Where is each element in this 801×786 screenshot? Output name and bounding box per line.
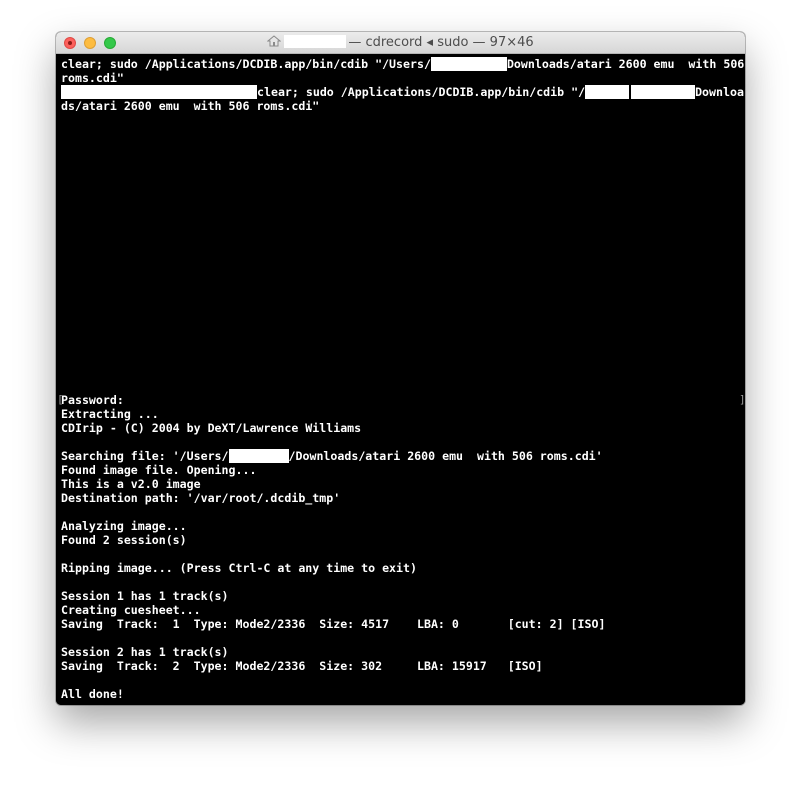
home-icon [266, 33, 282, 47]
terminal-window: — cdrecord ◂ sudo — 97×46 clear; sudo /A… [56, 32, 745, 705]
redacted-text [631, 85, 696, 99]
redacted-text [61, 85, 257, 99]
terminal-line: Found 2 session(s) [61, 533, 187, 547]
terminal-line: CDIrip - (C) 2004 by DeXT/Lawrence Willi… [61, 421, 362, 435]
redacted-text [585, 85, 630, 99]
terminal-line: Session 1 has 1 track(s) [61, 589, 229, 603]
right-bracket-marker: ] [739, 393, 745, 406]
terminal-line: Ripping image... (Press Ctrl-C at any ti… [61, 561, 417, 575]
terminal-line: This is a v2.0 image [61, 477, 201, 491]
terminal-line: All done! [61, 687, 124, 701]
terminal-line: clear; sudo /Applications/DCDIB.app/bin/… [61, 57, 745, 71]
terminal-line: Found image file. Opening... [61, 463, 257, 477]
window-title-text: — cdrecord ◂ sudo — 97×46 [348, 35, 534, 50]
terminal-line: Creating cuesheet... [61, 603, 201, 617]
redacted-text [228, 449, 289, 463]
terminal-line: roms.cdi" [61, 71, 124, 85]
terminal-line: Extracting ... [61, 407, 159, 421]
redacted-text [430, 57, 507, 71]
terminal-line: Searching file: '/Users//Downloads/atari… [61, 449, 603, 463]
redacted-username [284, 35, 347, 48]
terminal-line: Analyzing image... [61, 519, 187, 533]
terminal-line: ds/atari 2600 emu with 506 roms.cdi" [61, 99, 320, 113]
terminal-line: Password: [61, 393, 124, 407]
terminal-line: Destination path: '/var/root/.dcdib_tmp' [61, 491, 341, 505]
terminal-line: Saving Track: 2 Type: Mode2/2336 Size: 3… [61, 659, 543, 673]
window-title: — cdrecord ◂ sudo — 97×46 [56, 32, 745, 54]
terminal-line: Session 2 has 1 track(s) [61, 645, 229, 659]
terminal-content[interactable]: clear; sudo /Applications/DCDIB.app/bin/… [56, 54, 745, 705]
title-bar[interactable]: — cdrecord ◂ sudo — 97×46 [56, 32, 745, 54]
terminal-line: clear; sudo /Applications/DCDIB.app/bin/… [61, 85, 744, 99]
terminal-line: Saving Track: 1 Type: Mode2/2336 Size: 4… [61, 617, 606, 631]
